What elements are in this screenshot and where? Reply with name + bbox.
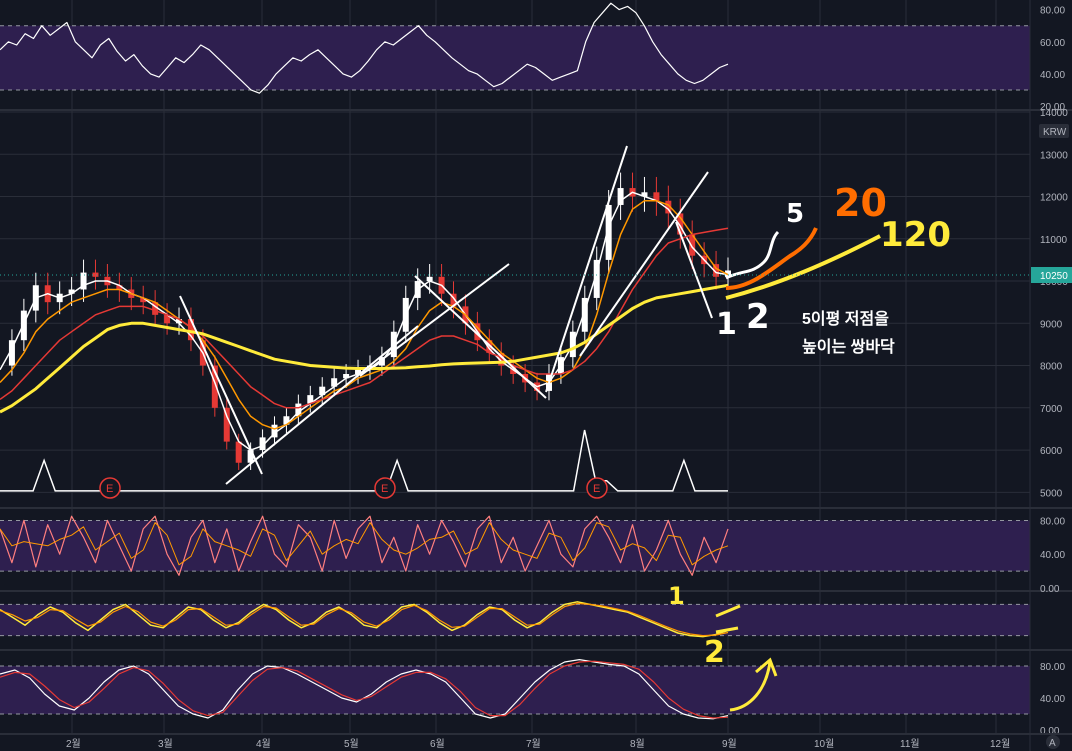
time-axis-tick: 8월 xyxy=(630,738,645,750)
time-axis-tick: 3월 xyxy=(158,738,173,750)
currency-label: KRW xyxy=(1043,127,1067,138)
candle-body xyxy=(223,407,230,442)
price-tick: 14000 xyxy=(1040,108,1068,119)
stochastic-rsi-panel[interactable] xyxy=(0,658,1030,720)
candle-body xyxy=(235,441,242,463)
stoch-rsi-band xyxy=(0,666,1030,714)
time-axis-tick: 12월 xyxy=(990,738,1010,750)
time-axis-tick: 4월 xyxy=(256,738,271,750)
rsi-tick: 60.00 xyxy=(1040,38,1065,49)
time-axis-tick: 5월 xyxy=(344,738,359,750)
hand-stoch-1: 1 xyxy=(668,582,685,610)
time-axis-tick: 10월 xyxy=(814,738,834,750)
hand-label-1: 1 xyxy=(716,307,737,342)
stochastic-slow-panel[interactable] xyxy=(0,601,1030,638)
time-axis-tick: 2월 xyxy=(66,738,81,750)
stoch-rsi-tick: 40.00 xyxy=(1040,694,1065,705)
hand-stoch-2: 2 xyxy=(704,635,725,670)
price-tick: 7000 xyxy=(1040,404,1063,415)
stoch-fast-band xyxy=(0,520,1030,572)
hand-label-120: 120 xyxy=(880,215,951,255)
price-tick: 6000 xyxy=(1040,446,1063,457)
stoch-fast-tick: 80.00 xyxy=(1040,516,1065,527)
price-tick: 11000 xyxy=(1040,235,1068,246)
auto-scale-button[interactable]: A xyxy=(1046,735,1060,749)
event-marker-label: E xyxy=(381,483,388,495)
time-axis-tick: 9월 xyxy=(722,738,737,750)
stochastic-fast-panel[interactable] xyxy=(0,515,1030,576)
price-tick: 12000 xyxy=(1040,193,1068,204)
rsi-tick: 80.00 xyxy=(1040,6,1065,17)
hand-label-5: 5 xyxy=(786,199,804,229)
price-tick: 9000 xyxy=(1040,319,1063,330)
stoch-rsi-tick: 0.00 xyxy=(1040,726,1060,737)
price-tick: 5000 xyxy=(1040,488,1063,499)
event-marker-label: E xyxy=(106,483,113,495)
time-axis-tick: 6월 xyxy=(430,738,445,750)
chart-stage[interactable]: 80.00 60.00 40.00 2 0.00 14000 13000 12000 11000… xyxy=(0,0,1072,751)
hand-label-20: 20 xyxy=(834,181,887,225)
auto-scale-label: A xyxy=(1049,738,1056,749)
note-line-1: 5이평 저점을 xyxy=(802,309,889,328)
hand-label-2: 2 xyxy=(746,297,770,337)
stoch-fast-tick: 0.00 xyxy=(1040,584,1060,595)
note-line-2: 높이는 쌍바닥 xyxy=(802,338,895,356)
rsi-band xyxy=(0,25,1030,90)
chart-background xyxy=(0,0,1072,751)
current-price-label: 10250 xyxy=(1040,271,1068,282)
price-tick: 8000 xyxy=(1040,362,1063,373)
price-tick: 13000 xyxy=(1040,150,1068,161)
candle-body xyxy=(92,272,99,277)
time-axis-tick: 11월 xyxy=(900,738,920,750)
event-marker-label: E xyxy=(593,483,600,495)
currency-badge[interactable]: KRW xyxy=(1039,124,1069,138)
stoch-fast-tick: 40.00 xyxy=(1040,550,1065,561)
candle-body xyxy=(20,310,27,341)
time-axis-tick: 7월 xyxy=(526,738,541,750)
rsi-tick: 40.00 xyxy=(1040,70,1065,81)
stoch-rsi-tick: 80.00 xyxy=(1040,662,1065,673)
